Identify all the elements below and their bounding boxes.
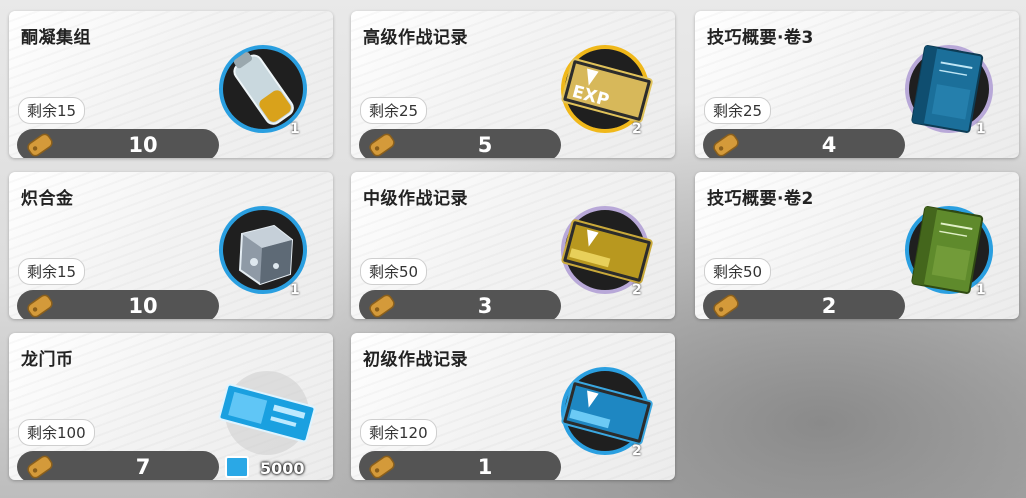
credit-tag-icon — [713, 133, 739, 157]
shop-item-card[interactable]: 酮凝集组 1 剩余15 10 — [9, 11, 333, 158]
item-name: 高级作战记录 — [363, 28, 468, 48]
price-bar: 3 — [359, 290, 561, 319]
credit-tag-icon — [369, 294, 395, 318]
item-image: 5000 — [212, 361, 322, 478]
stock-badge: 剩余100 — [18, 419, 95, 446]
price-bar: 4 — [703, 129, 905, 158]
item-price: 10 — [128, 294, 158, 318]
item-image: 2 — [554, 361, 664, 471]
basic-battle-record-icon — [561, 380, 653, 445]
shop-item-card[interactable]: 技巧概要·卷3 1 剩余25 4 — [695, 11, 1019, 158]
shop-grid: 酮凝集组 1 剩余15 10 高级作战记录 EXP 2 剩余25 5 技巧概要·… — [0, 0, 1026, 498]
item-name: 龙门币 — [21, 350, 74, 370]
item-image: 1 — [212, 39, 322, 149]
item-price: 5 — [477, 133, 493, 157]
lmd-badge-icon — [225, 456, 249, 478]
credit-tag-icon — [27, 133, 53, 157]
shop-item-card[interactable]: 中级作战记录 2 剩余50 3 — [351, 172, 675, 319]
stock-badge: 剩余25 — [360, 97, 428, 124]
item-price: 2 — [821, 294, 837, 318]
price-bar: 10 — [17, 129, 219, 158]
item-price: 4 — [821, 133, 837, 157]
item-name: 酮凝集组 — [21, 28, 91, 48]
item-quantity: 2 — [632, 443, 642, 459]
price-bar: 10 — [17, 290, 219, 319]
ketone-bottle-icon — [233, 52, 294, 125]
item-quantity: 1 — [976, 121, 986, 137]
item-name: 技巧概要·卷3 — [707, 28, 814, 48]
shop-item-card[interactable]: 高级作战记录 EXP 2 剩余25 5 — [351, 11, 675, 158]
credit-tag-icon — [27, 294, 53, 318]
skill-summary-2-icon — [911, 206, 984, 294]
advanced-battle-record-icon: EXP — [561, 58, 653, 123]
shop-item-card[interactable]: 初级作战记录 2 剩余120 1 — [351, 333, 675, 480]
item-quantity: 1 — [290, 282, 300, 298]
item-price: 3 — [477, 294, 493, 318]
item-image: 1 — [212, 200, 322, 310]
credit-tag-icon — [713, 294, 739, 318]
shop-item-card[interactable]: 炽合金 1 剩余15 10 — [9, 172, 333, 319]
credit-tag-icon — [27, 455, 53, 479]
intermediate-battle-record-icon — [561, 219, 653, 284]
stock-badge: 剩余50 — [360, 258, 428, 285]
stock-badge: 剩余25 — [704, 97, 772, 124]
item-quantity: 2 — [632, 121, 642, 137]
item-name: 中级作战记录 — [363, 189, 468, 209]
item-quantity: 2 — [632, 282, 642, 298]
lmd-icon — [218, 371, 316, 455]
stock-badge: 剩余15 — [18, 97, 86, 124]
item-image: 2 — [554, 200, 664, 310]
item-name: 炽合金 — [21, 189, 74, 209]
stock-badge: 剩余50 — [704, 258, 772, 285]
stock-badge: 剩余120 — [360, 419, 437, 446]
credit-tag-icon — [369, 133, 395, 157]
stock-badge: 剩余15 — [18, 258, 86, 285]
price-bar: 2 — [703, 290, 905, 319]
item-price: 1 — [477, 455, 493, 479]
item-image: EXP 2 — [554, 39, 664, 149]
item-quantity: 1 — [976, 282, 986, 298]
item-image: 1 — [898, 200, 1008, 310]
item-quantity: 1 — [290, 121, 300, 137]
item-price: 10 — [128, 133, 158, 157]
price-bar: 1 — [359, 451, 561, 480]
price-bar: 7 — [17, 451, 219, 480]
credit-tag-icon — [369, 455, 395, 479]
price-bar: 5 — [359, 129, 561, 158]
incandescent-alloy-icon — [238, 224, 294, 286]
item-price: 7 — [135, 455, 151, 479]
skill-summary-3-icon — [911, 45, 984, 133]
item-name: 技巧概要·卷2 — [707, 189, 814, 209]
item-name: 初级作战记录 — [363, 350, 468, 370]
shop-item-card[interactable]: 技巧概要·卷2 1 剩余50 2 — [695, 172, 1019, 319]
shop-item-card[interactable]: 龙门币 5000 剩余100 7 — [9, 333, 333, 480]
item-image: 1 — [898, 39, 1008, 149]
item-quantity: 5000 — [260, 459, 305, 478]
